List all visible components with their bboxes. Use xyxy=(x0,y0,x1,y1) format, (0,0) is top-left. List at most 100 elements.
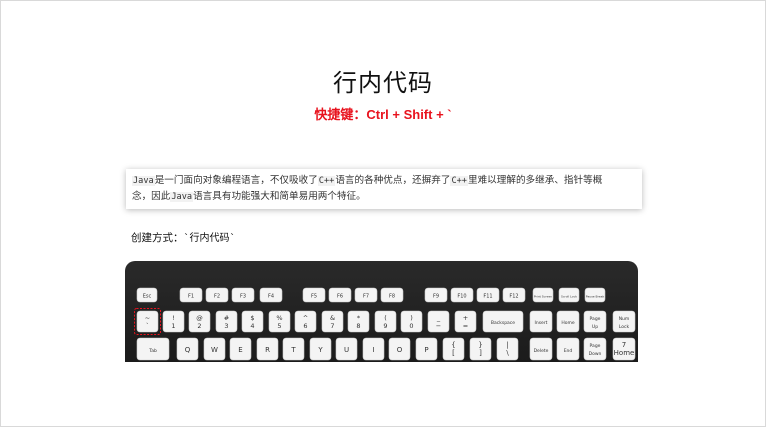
key-label: F5 xyxy=(311,294,317,300)
q-row-key: End xyxy=(556,337,580,361)
key-label: F2 xyxy=(214,294,220,300)
key-label: 3 xyxy=(224,322,228,330)
num-row-key: %5 xyxy=(268,310,291,333)
key-label: Scroll Lock xyxy=(561,295,577,299)
key-label: Down xyxy=(589,351,602,357)
fn-key: Print Screen xyxy=(532,287,554,303)
paragraph-text: 语言具有功能强大和简单易用两个特征。 xyxy=(193,191,366,202)
key-label: = xyxy=(463,322,468,330)
slide-title: 行内代码 xyxy=(333,69,433,97)
num-row-key: Backspace xyxy=(482,310,524,333)
fn-key: Pause Break xyxy=(584,287,606,303)
method-code: `行内代码` xyxy=(183,233,236,244)
key-label: 7 xyxy=(330,322,334,330)
num-row-key: @2 xyxy=(188,310,211,333)
num-row-key: Page Up xyxy=(583,310,607,333)
key-label: @ xyxy=(196,314,203,322)
key-label: 2 xyxy=(197,322,201,330)
num-row-key: += xyxy=(454,310,477,333)
fn-key: F9 xyxy=(424,287,448,303)
java-paragraph-box: Java是一门面向对象编程语言，不仅吸收了C++语言的各种优点，还摒弃了C++里… xyxy=(126,169,642,209)
fn-key: F8 xyxy=(380,287,404,303)
key-label: T xyxy=(290,346,296,354)
key-label: 7 xyxy=(622,341,626,349)
q-row-key: 7Home xyxy=(612,337,636,361)
paragraph-text: 里难以理解的多继承、指针等概 xyxy=(467,175,603,186)
key-label: Tab xyxy=(148,348,157,354)
key-label: W xyxy=(211,346,218,354)
key-label: 0 xyxy=(409,322,413,330)
keyboard-image: Esc F1 F2 F3 F4 F5 F6 F7 F8 F9 F10 F11 F12 Print Scre… xyxy=(125,261,638,362)
key-label: ` xyxy=(146,322,149,330)
key-label: F6 xyxy=(337,294,343,300)
num-row-key: !1 xyxy=(162,310,185,333)
key-label: Num xyxy=(619,316,630,322)
num-row-key: Insert xyxy=(529,310,553,333)
key-label: ( xyxy=(384,314,387,322)
key-label: | xyxy=(506,341,508,349)
inline-code: C++ xyxy=(450,176,468,186)
q-row-key: Page Down xyxy=(583,337,607,361)
num-row-key: ~` xyxy=(136,310,159,333)
key-label: } xyxy=(478,341,482,349)
key-label: F9 xyxy=(433,294,439,300)
paragraph-text: 是一门面向对象编程语言，不仅吸收了 xyxy=(154,175,318,186)
paragraph-text: 念，因此 xyxy=(132,191,171,202)
key-label: Lock xyxy=(619,324,630,330)
key-label: & xyxy=(330,314,335,322)
key-label: F8 xyxy=(389,294,395,300)
key-label: Delete xyxy=(534,348,549,354)
q-row-key: {[ xyxy=(442,337,465,361)
fn-key: F7 xyxy=(354,287,378,303)
inline-code: Java xyxy=(132,176,155,186)
key-label: { xyxy=(451,341,455,349)
fn-key: F12 xyxy=(502,287,526,303)
key-label: 4 xyxy=(250,322,254,330)
key-label: ^ xyxy=(303,314,308,322)
key-label: F7 xyxy=(363,294,369,300)
q-row-key: Delete xyxy=(529,337,553,361)
num-row-key: (9 xyxy=(374,310,397,333)
key-label: ! xyxy=(172,314,175,322)
fn-key: F4 xyxy=(259,287,283,303)
q-row-key: W xyxy=(203,337,226,361)
key-label: E xyxy=(238,346,242,354)
paragraph-line-2: 念，因此Java语言具有功能强大和简单易用两个特征。 xyxy=(132,189,636,205)
key-label: 5 xyxy=(277,322,281,330)
paragraph-line-1: Java是一门面向对象编程语言，不仅吸收了C++语言的各种优点，还摒弃了C++里… xyxy=(132,173,636,189)
key-label: Y xyxy=(317,346,323,354)
q-row-key: T xyxy=(282,337,305,361)
num-row-key: ^6 xyxy=(294,310,317,333)
key-label: O xyxy=(397,346,403,354)
num-row-key: $4 xyxy=(241,310,264,333)
q-row-key: Q xyxy=(176,337,199,361)
key-label: Home xyxy=(561,320,575,326)
creation-method: 创建方式：`行内代码` xyxy=(131,229,236,245)
key-label: 6 xyxy=(303,322,307,330)
key-label: 8 xyxy=(356,322,360,330)
num-row-key: &7 xyxy=(321,310,344,333)
key-label: 9 xyxy=(383,322,387,330)
key-label: [ xyxy=(452,349,455,357)
keyboard-svg: Esc F1 F2 F3 F4 F5 F6 F7 F8 F9 F10 F11 F12 Print Scre… xyxy=(134,287,636,361)
key-label: Insert xyxy=(535,320,548,326)
key-label: P xyxy=(424,346,428,354)
q-row-key: Tab xyxy=(136,337,170,361)
q-row-key: I xyxy=(362,337,385,361)
num-row-key: )0 xyxy=(400,310,423,333)
num-row-key: #3 xyxy=(215,310,238,333)
fn-key: F2 xyxy=(205,287,229,303)
key-label: End xyxy=(564,348,573,354)
q-row-key: }] xyxy=(469,337,492,361)
key-label: % xyxy=(276,314,282,322)
q-row-key: U xyxy=(335,337,358,361)
key-label: Page xyxy=(590,343,601,349)
slide: 行内代码 快捷键：Ctrl + Shift + ` Java是一门面向对象编程语… xyxy=(0,0,766,427)
key-label: ] xyxy=(479,349,482,357)
key-label: Backspace xyxy=(491,320,515,326)
fn-key: Scroll Lock xyxy=(558,287,580,303)
q-row-key: O xyxy=(388,337,411,361)
key-label: Up xyxy=(592,324,598,330)
key-label: I xyxy=(372,346,374,354)
key-label: Q xyxy=(185,346,191,354)
